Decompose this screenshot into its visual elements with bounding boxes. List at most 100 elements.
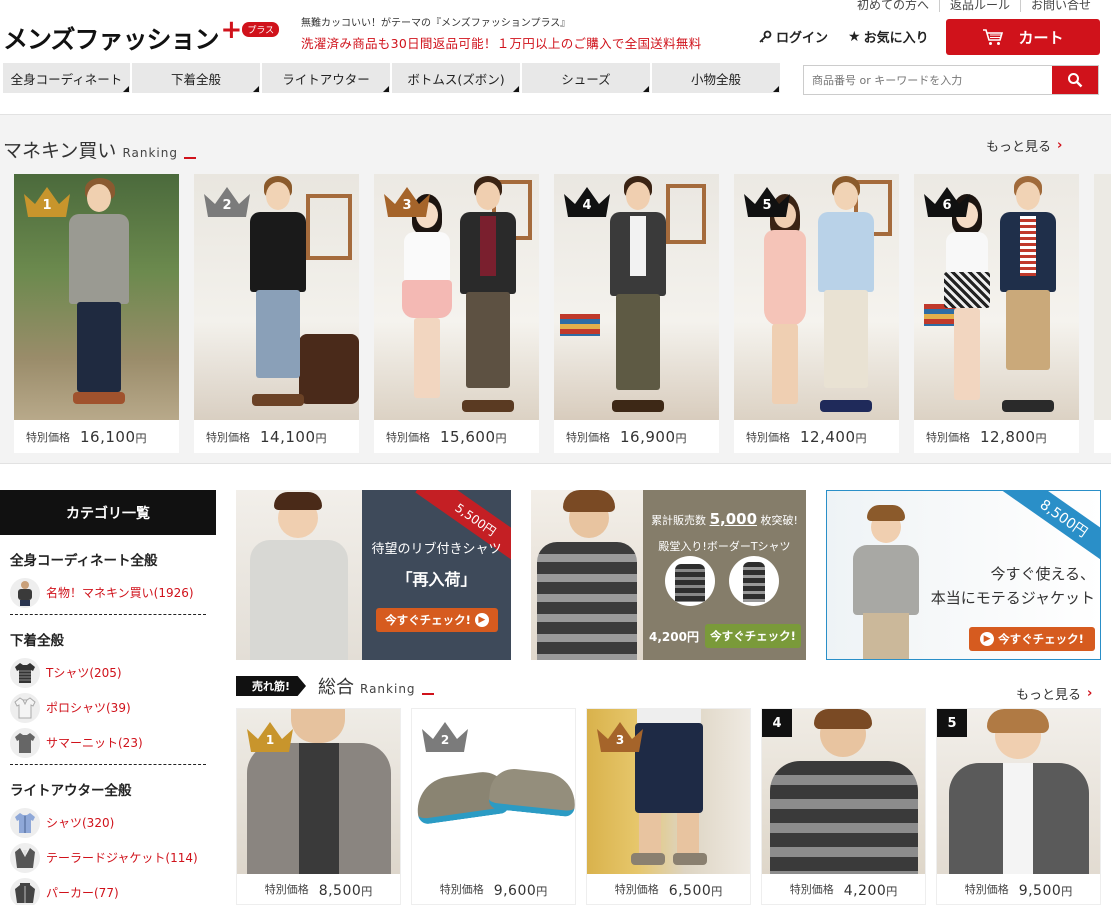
logo-text: メンズファッション — [3, 25, 220, 54]
yen-unit: 円 — [536, 884, 548, 898]
search-icon — [1068, 73, 1083, 88]
chevron-right-icon: › — [1087, 686, 1093, 701]
category-sidebar: カテゴリ一覧 全身コーディネート全般 名物！マネキン買い(1926) 下着全般 … — [0, 490, 216, 905]
login-label: ログイン — [776, 31, 829, 46]
more-label: もっと見る — [1016, 688, 1082, 703]
price-value: 9,500 — [1018, 882, 1062, 899]
price-row: 特別価格 12,800円 — [914, 420, 1079, 453]
mannequin-card[interactable]: 1 特別価格 16,100円 — [14, 174, 179, 453]
favorites-link[interactable]: ★ お気に入り — [848, 27, 929, 47]
sidebar-item-shirt[interactable]: シャツ(320) — [10, 805, 206, 840]
yen-unit: 円 — [711, 884, 723, 898]
sidebar-item-polo[interactable]: ポロシャツ(39) — [10, 690, 206, 725]
check-now-button[interactable]: 今すぐチェック! — [705, 624, 801, 648]
search-button[interactable] — [1052, 66, 1098, 94]
search-input[interactable] — [804, 66, 1052, 94]
price-row: 特別価格 8,500円 — [237, 874, 400, 904]
overall-ranking-title: 総合 Ranking — [318, 673, 434, 699]
category-nav: 全身コーディネート 下着全般 ライトアウター ボトムス(ズボン) シューズ 小物… — [3, 63, 780, 93]
mannequin-card[interactable]: 5 特別価格 12,400円 — [734, 174, 899, 453]
price-value: 9,600 — [493, 882, 537, 899]
banner-jacket[interactable]: 8,500円 今すぐ使える、 本当にモテるジャケット ▶ 今すぐチェック! — [826, 490, 1101, 660]
mannequin-card[interactable]: 2 特別価格 14,100円 — [194, 174, 359, 453]
nav-item-coordinate[interactable]: 全身コーディネート — [3, 63, 130, 93]
price-value: 8,500 — [318, 882, 362, 899]
tagline: 無難カッコいい！がテーマの『メンズファッションプラス』 — [301, 18, 571, 29]
banner-headline: 累計販売数 5,000 枚突破! — [643, 510, 806, 528]
rank-number: 5 — [937, 709, 967, 737]
contact-link[interactable]: お問い合せ — [1019, 0, 1101, 12]
price-value: 12,400 — [800, 428, 856, 446]
mannequin-card-partial[interactable] — [1094, 174, 1111, 453]
price-label: 特別価格 — [439, 883, 484, 896]
knit-icon — [10, 727, 40, 758]
sidebar-item-tshirt[interactable]: Tシャツ(205) — [10, 655, 206, 690]
star-icon: ★ — [848, 28, 861, 45]
banner-price: 4,200円 — [649, 630, 699, 644]
sidebar-item-tailored-jacket[interactable]: テーラードジャケット(114) — [10, 840, 206, 875]
title-underline — [421, 693, 434, 695]
product-card[interactable]: 3 特別価格 6,500円 — [586, 708, 751, 905]
sidebar-item-parka[interactable]: パーカー(77) — [10, 875, 206, 905]
yen-unit: 円 — [1035, 432, 1047, 445]
arrow-right-icon: ▶ — [980, 632, 995, 646]
price-row: 特別価格 6,500円 — [587, 874, 750, 904]
chevron-right-icon: › — [1057, 138, 1063, 153]
mannequin-more-link[interactable]: もっと見る › — [986, 136, 1062, 155]
price-label: 特別価格 — [964, 883, 1009, 896]
return-rule-link[interactable]: 返品ルール — [938, 0, 1020, 12]
rank-number: 6 — [942, 198, 952, 213]
product-card[interactable]: 2 特別価格 9,600円 — [411, 708, 576, 905]
sidebar-item-summer-knit[interactable]: サマーニット(23) — [10, 725, 206, 760]
nav-item-bottoms[interactable]: ボトムス(ズボン) — [392, 63, 520, 93]
price-value: 14,100 — [260, 428, 316, 446]
login-link[interactable]: ログイン — [758, 27, 828, 46]
sidebar-section-title[interactable]: ライトアウター全般 — [10, 779, 206, 799]
mannequin-card[interactable]: 6 特別価格 12,800円 — [914, 174, 1079, 453]
arrow-right-icon: ▶ — [474, 613, 489, 627]
banner-shirt[interactable]: 5,500円 待望のリブ付きシャツ 「再入荷」 今すぐチェック! ▶ — [236, 490, 511, 660]
check-now-button[interactable]: ▶ 今すぐチェック! — [969, 627, 1095, 651]
button-label: 今すぐチェック! — [998, 632, 1084, 646]
model-figure-female — [754, 194, 814, 420]
sidebar-section-title[interactable]: 全身コーディネート全般 — [10, 549, 206, 569]
tshirt-icon — [10, 657, 40, 688]
title-underline — [183, 157, 196, 159]
check-now-button[interactable]: 今すぐチェック! ▶ — [376, 608, 498, 632]
cart-label: カート — [1018, 28, 1064, 47]
mannequin-card[interactable]: 3 特別価格 15,600円 — [374, 174, 539, 453]
divider — [10, 614, 206, 615]
rank-number: 2 — [222, 198, 232, 213]
price-row: 特別価格 16,900円 — [554, 420, 719, 453]
mannequin-card[interactable]: 4 特別価格 16,900円 — [554, 174, 719, 453]
price-row: 特別価格 12,400円 — [734, 420, 899, 453]
beginner-link[interactable]: 初めての方へ — [847, 0, 939, 12]
sidebar-section-title[interactable]: 下着全般 — [10, 629, 206, 649]
sidebar-item-label: サマーニット(23) — [46, 736, 143, 750]
price-value: 15,600 — [440, 428, 496, 446]
product-card[interactable]: 5 特別価格 9,500円 — [936, 708, 1101, 905]
site-logo[interactable]: メンズファッション + プラス — [3, 17, 280, 56]
price-value: 16,900 — [620, 428, 676, 446]
rank-number: 4 — [582, 198, 592, 213]
button-label: 今すぐチェック! — [710, 629, 796, 643]
product-card[interactable]: 4 特別価格 4,200円 — [761, 708, 926, 905]
rank-number: 3 — [615, 733, 625, 747]
price-row: 特別価格 4,200円 — [762, 874, 925, 904]
yen-unit: 円 — [1061, 884, 1073, 898]
product-card[interactable]: 1 特別価格 8,500円 — [236, 708, 401, 905]
nav-item-accessories[interactable]: 小物全般 — [652, 63, 780, 93]
model-figure — [810, 174, 880, 420]
sidebar-item-label: シャツ(320) — [46, 816, 115, 830]
nav-item-tops[interactable]: 下着全般 — [132, 63, 260, 93]
overall-more-link[interactable]: もっと見る › — [1016, 684, 1092, 703]
model-figure — [992, 174, 1062, 420]
model-figure — [452, 174, 522, 420]
headline-prefix: 累計販売数 — [651, 514, 707, 527]
nav-item-light-outer[interactable]: ライトアウター — [262, 63, 390, 93]
headline-suffix: 枚突破! — [760, 514, 798, 527]
sidebar-item-mannequin[interactable]: 名物！マネキン買い(1926) — [10, 575, 206, 610]
banner-border-tee[interactable]: 累計販売数 5,000 枚突破! 殿堂入り!ボーダーTシャツ 4,200円 今す… — [531, 490, 806, 660]
nav-item-shoes[interactable]: シューズ — [522, 63, 650, 93]
cart-button[interactable]: カート — [946, 19, 1100, 55]
